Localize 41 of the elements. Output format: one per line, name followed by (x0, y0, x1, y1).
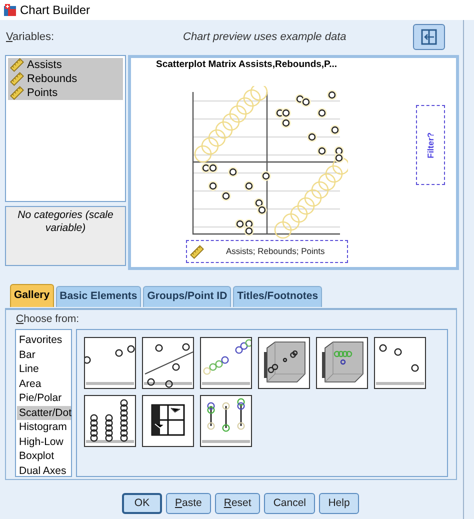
variable-item[interactable]: Rebounds (8, 72, 123, 86)
dialog-button[interactable]: Paste (166, 493, 211, 514)
tab[interactable]: Gallery (10, 284, 54, 307)
variables-label: Variables: (6, 30, 56, 45)
chart-type-item[interactable]: Boxplot (17, 449, 71, 464)
chart-type-item[interactable]: Scatter/Dot (17, 406, 71, 420)
dialog-button[interactable]: Help (319, 493, 360, 514)
chart-type-item[interactable]: Bar (17, 348, 71, 362)
chart-type-item[interactable]: Dual Axes (17, 464, 71, 478)
filter-drop-zone[interactable]: Filter? (416, 105, 445, 185)
chart-type-item[interactable]: High-Low (17, 434, 71, 449)
scale-icon (190, 244, 204, 258)
tab[interactable]: Groups/Point ID (143, 286, 232, 307)
x-axis-label: Assists; Rebounds; Points (226, 245, 325, 258)
chart-type-item[interactable]: Histogram (17, 420, 71, 434)
chart-type-item[interactable]: Favorites (17, 333, 71, 348)
variable-item[interactable]: Assists (8, 58, 123, 72)
chart-type-item[interactable]: Pie/Polar (17, 391, 71, 406)
window-title: Chart Builder (20, 2, 90, 19)
filter-label: Filter? (424, 132, 436, 158)
chart-type-item[interactable]: Line (17, 362, 71, 376)
dialog-button[interactable]: OK (122, 493, 162, 514)
toggle-panel-button[interactable] (413, 24, 445, 50)
panel-icon (420, 28, 438, 46)
tab[interactable]: Titles/Footnotes (233, 286, 322, 307)
x-axis-drop-zone[interactable]: Assists; Rebounds; Points (186, 240, 348, 263)
chart-type-item[interactable]: Area (17, 376, 71, 391)
scale-icon (10, 72, 24, 86)
scale-icon (10, 86, 24, 100)
dialog-button[interactable]: Reset (214, 493, 260, 514)
categories-note: No categories (scale variable) (16, 209, 114, 235)
choose-label: Choose from: (16, 312, 80, 327)
dialog-button[interactable]: Cancel (264, 493, 316, 514)
scale-icon (10, 58, 24, 72)
variable-item[interactable]: Points (8, 86, 123, 100)
tab[interactable]: Basic Elements (56, 286, 142, 307)
chart-title: Scatterplot Matrix Assists,Rebounds,P... (156, 58, 338, 72)
chart-type-list[interactable]: Favorites Bar Line Area Pie/Polar Scatter/Dot Histogram High-Low Boxplot Dual Axes (15, 329, 72, 477)
variables-list[interactable]: Assists Rebounds Points (5, 55, 126, 202)
app-icon (3, 3, 17, 17)
preview-note: Chart preview uses example data (183, 30, 348, 45)
